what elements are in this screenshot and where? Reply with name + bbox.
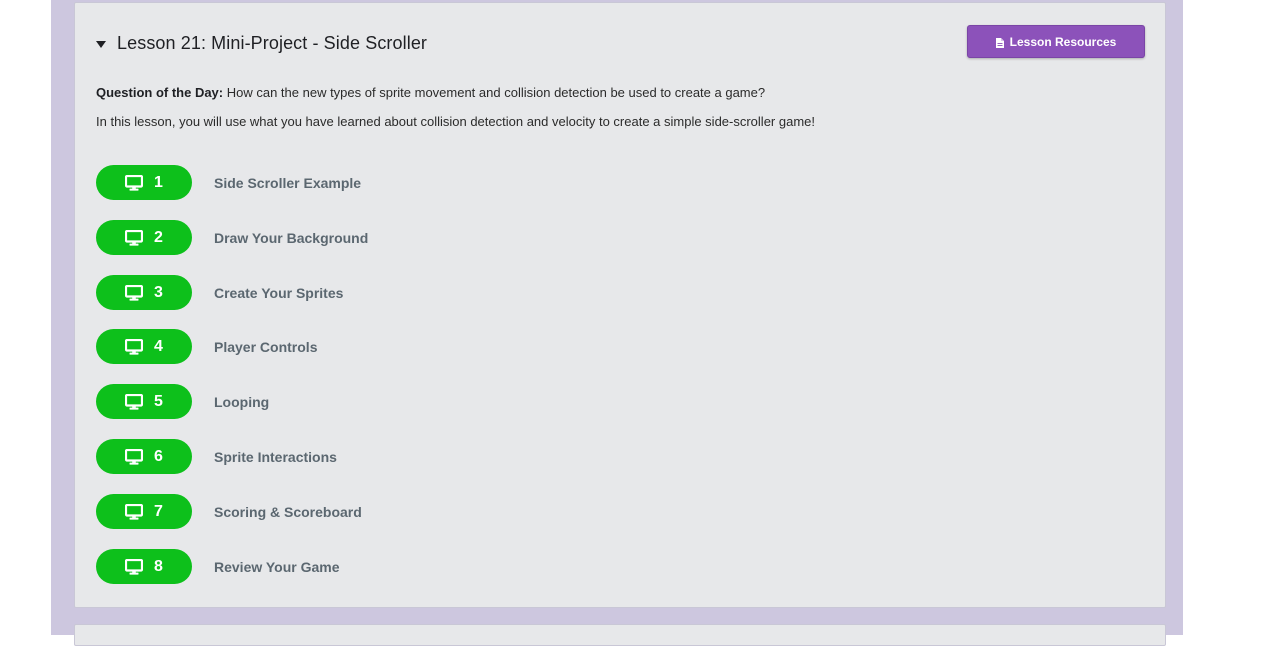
level-bubble-6[interactable]: 6 bbox=[96, 439, 192, 474]
next-lesson-card bbox=[74, 624, 1166, 646]
level-number: 1 bbox=[154, 173, 163, 191]
lesson-card: Lesson 21: Mini-Project - Side Scroller … bbox=[74, 2, 1166, 608]
desktop-monitor-icon bbox=[124, 448, 144, 465]
level-bubble-8[interactable]: 8 bbox=[96, 549, 192, 584]
level-row[interactable]: 7 Scoring & Scoreboard bbox=[96, 494, 362, 529]
level-bubble-2[interactable]: 2 bbox=[96, 220, 192, 255]
desktop-monitor-icon bbox=[124, 229, 144, 246]
level-row[interactable]: 4 Player Controls bbox=[96, 329, 317, 364]
level-label[interactable]: Draw Your Background bbox=[214, 230, 368, 246]
level-number: 2 bbox=[154, 228, 163, 246]
level-number: 8 bbox=[154, 557, 163, 575]
level-number: 3 bbox=[154, 283, 163, 301]
question-label: Question of the Day: bbox=[96, 85, 224, 100]
lesson-resources-button[interactable]: Lesson Resources bbox=[967, 25, 1145, 58]
desktop-monitor-icon bbox=[124, 284, 144, 301]
level-label[interactable]: Side Scroller Example bbox=[214, 175, 361, 191]
lesson-description: In this lesson, you will use what you ha… bbox=[96, 114, 815, 129]
level-label[interactable]: Create Your Sprites bbox=[214, 285, 343, 301]
question-text: How can the new types of sprite movement… bbox=[223, 85, 766, 100]
level-bubble-4[interactable]: 4 bbox=[96, 329, 192, 364]
level-row[interactable]: 2 Draw Your Background bbox=[96, 220, 368, 255]
level-bubble-3[interactable]: 3 bbox=[96, 275, 192, 310]
level-row[interactable]: 8 Review Your Game bbox=[96, 549, 340, 584]
level-row[interactable]: 3 Create Your Sprites bbox=[96, 275, 343, 310]
level-row[interactable]: 5 Looping bbox=[96, 384, 269, 419]
document-icon bbox=[995, 37, 1004, 48]
caret-down-icon[interactable] bbox=[96, 40, 106, 48]
level-bubble-1[interactable]: 1 bbox=[96, 165, 192, 200]
lesson-title: Lesson 21: Mini-Project - Side Scroller bbox=[117, 33, 428, 53]
level-number: 7 bbox=[154, 502, 163, 520]
desktop-monitor-icon bbox=[124, 174, 144, 191]
level-number: 4 bbox=[154, 337, 163, 355]
level-number: 5 bbox=[154, 392, 163, 410]
lesson-resources-label: Lesson Resources bbox=[1009, 34, 1117, 49]
level-label[interactable]: Scoring & Scoreboard bbox=[214, 504, 362, 520]
level-label[interactable]: Looping bbox=[214, 394, 269, 410]
level-row[interactable]: 1 Side Scroller Example bbox=[96, 165, 361, 200]
question-of-the-day: Question of the Day: How can the new typ… bbox=[96, 85, 765, 100]
level-label[interactable]: Sprite Interactions bbox=[214, 449, 337, 465]
desktop-monitor-icon bbox=[124, 338, 144, 355]
level-label[interactable]: Review Your Game bbox=[214, 559, 340, 575]
page-background: Lesson 21: Mini-Project - Side Scroller … bbox=[51, 0, 1183, 646]
level-row[interactable]: 6 Sprite Interactions bbox=[96, 439, 337, 474]
level-bubble-7[interactable]: 7 bbox=[96, 494, 192, 529]
desktop-monitor-icon bbox=[124, 503, 144, 520]
desktop-monitor-icon bbox=[124, 393, 144, 410]
desktop-monitor-icon bbox=[124, 558, 144, 575]
level-bubble-5[interactable]: 5 bbox=[96, 384, 192, 419]
level-number: 6 bbox=[154, 447, 163, 465]
level-label[interactable]: Player Controls bbox=[214, 339, 317, 355]
lesson-header-toggle[interactable]: Lesson 21: Mini-Project - Side Scroller bbox=[96, 33, 427, 54]
